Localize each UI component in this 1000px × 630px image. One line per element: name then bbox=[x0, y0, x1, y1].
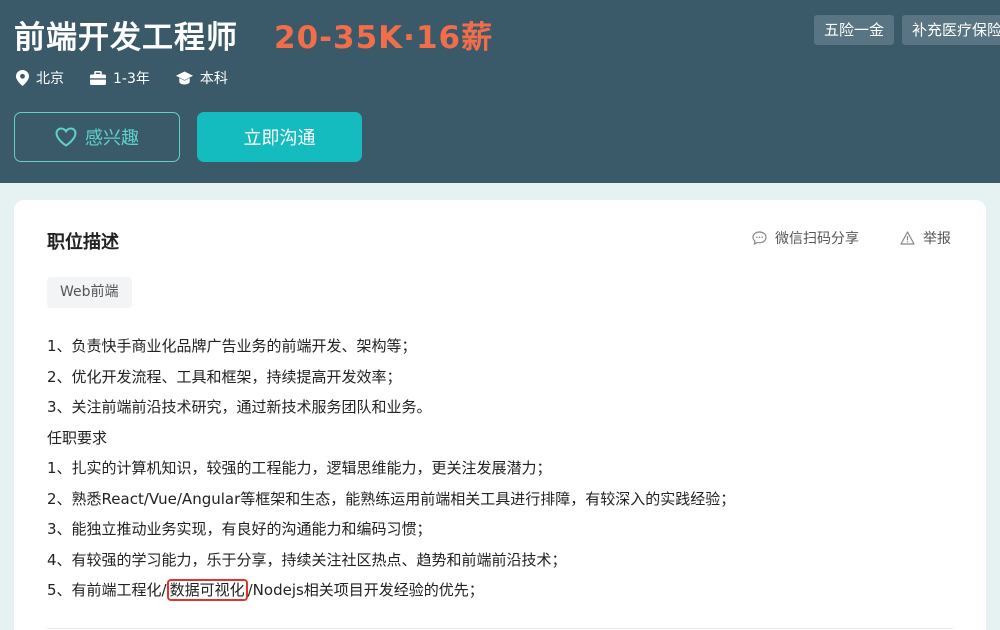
heart-icon bbox=[55, 127, 77, 147]
desc-line: 4、有较强的学习能力，乐于分享，持续关注社区热点、趋势和前端前沿技术； bbox=[47, 550, 567, 569]
desc-line: 1、负责快手商业化品牌广告业务的前端开发、架构等； bbox=[47, 337, 417, 355]
job-description-card: 职位描述 微信扫码分享 举报 Web前端 1、负责快手商业化品牌广告业务的前端开… bbox=[14, 200, 986, 630]
share-label: 微信扫码分享 bbox=[775, 231, 859, 247]
report-label: 举报 bbox=[923, 231, 951, 247]
warning-icon bbox=[900, 231, 915, 245]
wechat-share-link[interactable]: 微信扫码分享 bbox=[752, 228, 859, 248]
section-title: 职位描述 bbox=[47, 232, 119, 253]
desc-line: 1、扎实的计算机知识，较强的工程能力，逻辑思维能力，更关注发展潜力； bbox=[47, 459, 552, 477]
benefit-tag: 五险一金 bbox=[814, 15, 895, 45]
job-description-text: 1、负责快手商业化品牌广告业务的前端开发、架构等； 2、优化开发流程、工具和框架… bbox=[47, 331, 967, 606]
graduation-cap-icon bbox=[175, 71, 193, 85]
experience-text: 1-3年 bbox=[113, 71, 150, 87]
report-link[interactable]: 举报 bbox=[900, 228, 951, 248]
skill-tag: Web前端 bbox=[47, 277, 132, 308]
requirements-heading: 任职要求 bbox=[47, 428, 108, 447]
chat-now-button[interactable]: 立即沟通 bbox=[197, 112, 362, 162]
desc-line: 3、关注前端前沿技术研究，通过新技术服务团队和业务。 bbox=[47, 398, 432, 416]
location-text: 北京 bbox=[36, 71, 64, 87]
interest-label: 感兴趣 bbox=[85, 128, 139, 149]
benefit-tag: 补充医疗保险 bbox=[902, 15, 1000, 45]
job-header: 前端开发工程师 20-35K·16薪 五险一金 补充医疗保险 北京 1-3年 本… bbox=[0, 0, 1000, 183]
chat-label: 立即沟通 bbox=[243, 128, 316, 149]
desc-line: 2、熟悉React/Vue/Angular等框架和生态，能熟练运用前端相关工具进… bbox=[47, 489, 736, 508]
meta-location: 北京 bbox=[16, 68, 64, 88]
meta-education: 本科 bbox=[175, 68, 228, 88]
desc-line: 3、能独立推动业务实现，有良好的沟通能力和编码习惯； bbox=[47, 520, 432, 538]
location-pin-icon bbox=[16, 70, 29, 86]
desc-line: 2、优化开发流程、工具和框架，持续提高开发效率； bbox=[47, 367, 402, 386]
divider bbox=[47, 628, 953, 629]
job-title: 前端开发工程师 bbox=[14, 20, 238, 56]
meta-experience: 1-3年 bbox=[90, 68, 150, 88]
job-meta: 北京 1-3年 本科 bbox=[16, 68, 254, 88]
education-text: 本科 bbox=[199, 71, 228, 87]
salary: 20-35K·16薪 bbox=[274, 20, 494, 56]
desc-text: /Nodejs相关项目开发经验的优先； bbox=[247, 581, 484, 599]
highlighted-text: 数据可视化 bbox=[166, 579, 248, 601]
interest-button[interactable]: 感兴趣 bbox=[14, 112, 180, 162]
desc-line-last: 5、有前端工程化/数据可视化/Nodejs相关项目开发经验的优先； bbox=[47, 575, 967, 606]
chat-bubble-icon bbox=[752, 231, 767, 245]
desc-text: 5、有前端工程化/ bbox=[47, 581, 167, 599]
briefcase-icon bbox=[90, 71, 106, 85]
